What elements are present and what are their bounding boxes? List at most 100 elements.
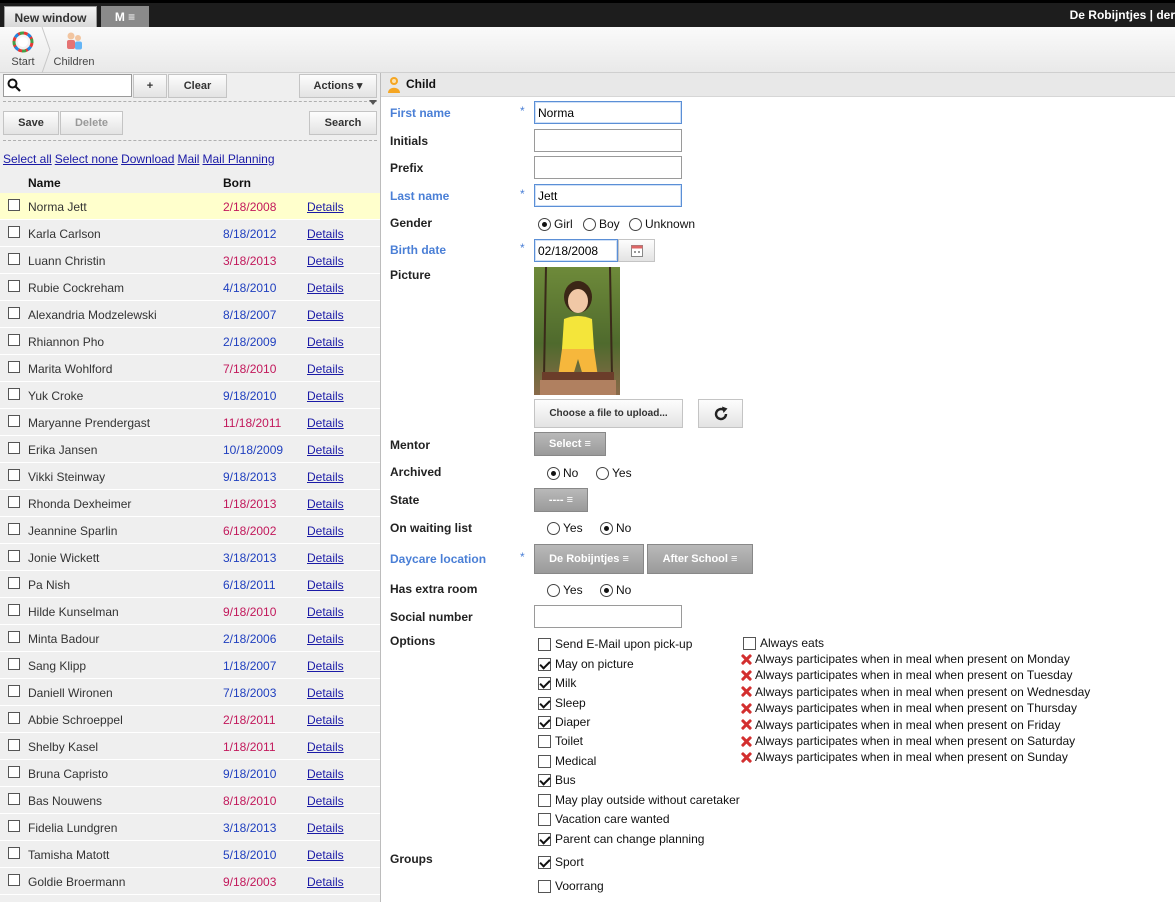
details-link[interactable]: Details — [307, 416, 344, 430]
child-name[interactable]: Rhonda Dexheimer — [28, 497, 131, 511]
details-link[interactable]: Details — [307, 875, 344, 889]
table-row[interactable]: Erika Jansen 10/18/2009 Details — [0, 436, 380, 463]
option-checkbox[interactable]: Parent can change planning — [538, 832, 704, 846]
archived-yes-radio[interactable]: Yes — [596, 466, 632, 480]
tab-new-window[interactable]: New window — [4, 6, 97, 28]
details-link[interactable]: Details — [307, 443, 344, 457]
checkbox[interactable] — [538, 855, 551, 869]
delete-button[interactable]: Delete — [60, 111, 123, 135]
child-name[interactable]: Luann Christin — [28, 254, 105, 268]
details-link[interactable]: Details — [307, 713, 344, 727]
table-row[interactable]: Minta Badour 2/18/2006 Details — [0, 625, 380, 652]
child-name[interactable]: Tamisha Matott — [28, 848, 109, 862]
meal-day-item[interactable]: Always participates when in meal when pr… — [740, 750, 1068, 764]
option-checkbox[interactable]: May play outside without caretaker — [538, 793, 740, 807]
radio-selected[interactable] — [600, 521, 613, 535]
collapse-arrow-icon[interactable] — [369, 100, 377, 105]
table-row[interactable]: Shelby Kasel 1/18/2011 Details — [0, 733, 380, 760]
cross-icon[interactable] — [740, 751, 753, 764]
details-link[interactable]: Details — [307, 740, 344, 754]
row-checkbox[interactable] — [8, 847, 20, 859]
meal-day-item[interactable]: Always participates when in meal when pr… — [740, 701, 1077, 715]
option-checkbox[interactable]: Sleep — [538, 696, 586, 710]
child-name[interactable]: Bruna Capristo — [28, 767, 108, 781]
radio[interactable] — [547, 521, 560, 535]
meal-day-item[interactable]: Always participates when in meal when pr… — [740, 652, 1070, 666]
birth-date-field[interactable] — [534, 239, 618, 262]
radio-selected[interactable] — [547, 466, 560, 480]
table-row[interactable]: Jeannine Sparlin 6/18/2002 Details — [0, 517, 380, 544]
details-link[interactable]: Details — [307, 551, 344, 565]
table-row[interactable]: Norma Jett 2/18/2008 Details — [0, 193, 380, 220]
row-checkbox[interactable] — [8, 739, 20, 751]
checkbox[interactable] — [538, 879, 551, 893]
checkbox[interactable] — [538, 812, 551, 826]
table-row[interactable]: Sang Klipp 1/18/2007 Details — [0, 652, 380, 679]
option-checkbox[interactable]: Toilet — [538, 734, 583, 748]
table-row[interactable]: Vikki Steinway 9/18/2013 Details — [0, 463, 380, 490]
details-link[interactable]: Details — [307, 281, 344, 295]
row-checkbox[interactable] — [8, 793, 20, 805]
table-row[interactable]: Bruna Capristo 9/18/2010 Details — [0, 760, 380, 787]
radio[interactable] — [583, 217, 596, 231]
child-name[interactable]: Rubie Cockreham — [28, 281, 124, 295]
row-checkbox[interactable] — [8, 820, 20, 832]
refresh-button[interactable] — [698, 399, 743, 428]
actions-button[interactable]: Actions ▾ — [299, 74, 377, 98]
child-name[interactable]: Norma Jett — [28, 200, 87, 214]
row-checkbox[interactable] — [8, 523, 20, 535]
daycare-location-chip[interactable]: After School ≡ — [647, 544, 753, 574]
details-link[interactable]: Details — [307, 821, 344, 835]
cross-icon[interactable] — [740, 653, 753, 666]
table-row[interactable]: Tamisha Matott 5/18/2010 Details — [0, 841, 380, 868]
option-checkbox[interactable]: Medical — [538, 754, 596, 768]
checkbox[interactable] — [538, 754, 551, 768]
details-link[interactable]: Details — [307, 686, 344, 700]
checkbox[interactable] — [743, 636, 756, 650]
row-checkbox[interactable] — [8, 253, 20, 265]
child-name[interactable]: Maryanne Prendergast — [28, 416, 150, 430]
details-link[interactable]: Details — [307, 767, 344, 781]
child-name[interactable]: Hilde Kunselman — [28, 605, 119, 619]
details-link[interactable]: Details — [307, 335, 344, 349]
option-checkbox[interactable]: Milk — [538, 676, 576, 690]
option-checkbox[interactable]: Send E-Mail upon pick-up — [538, 637, 692, 651]
extra-room-no-radio[interactable]: No — [600, 583, 631, 597]
row-checkbox[interactable] — [8, 874, 20, 886]
child-name[interactable]: Sang Klipp — [28, 659, 86, 673]
initials-field[interactable] — [534, 129, 682, 152]
child-name[interactable]: Jeannine Sparlin — [28, 524, 117, 538]
radio[interactable] — [596, 466, 609, 480]
child-name[interactable]: Daniell Wironen — [28, 686, 113, 700]
checkbox[interactable] — [538, 734, 551, 748]
meal-day-item[interactable]: Always participates when in meal when pr… — [740, 685, 1090, 699]
upload-file-button[interactable]: Choose a file to upload... — [534, 399, 683, 428]
checkbox[interactable] — [538, 676, 551, 690]
child-name[interactable]: Goldie Broermann — [28, 875, 125, 889]
calendar-button[interactable] — [618, 239, 655, 262]
row-checkbox[interactable] — [8, 577, 20, 589]
table-row[interactable]: Maryanne Prendergast 11/18/2011 Details — [0, 409, 380, 436]
details-link[interactable]: Details — [307, 524, 344, 538]
group-checkbox[interactable]: Sport — [538, 855, 584, 869]
details-link[interactable]: Details — [307, 200, 344, 214]
daycare-location-chip[interactable]: De Robijntjes ≡ — [534, 544, 644, 574]
table-row[interactable]: Fidelia Lundgren 3/18/2013 Details — [0, 814, 380, 841]
radio[interactable] — [629, 217, 642, 231]
row-checkbox[interactable] — [8, 280, 20, 292]
always-eats-checkbox[interactable]: Always eats — [743, 636, 824, 650]
meal-day-item[interactable]: Always participates when in meal when pr… — [740, 668, 1073, 682]
table-row[interactable]: Luann Christin 3/18/2013 Details — [0, 247, 380, 274]
details-link[interactable]: Details — [307, 254, 344, 268]
checkbox[interactable] — [538, 793, 551, 807]
row-checkbox[interactable] — [8, 766, 20, 778]
row-checkbox[interactable] — [8, 685, 20, 697]
row-checkbox[interactable] — [8, 361, 20, 373]
column-header-name[interactable]: Name — [28, 176, 61, 190]
search-input[interactable] — [24, 77, 128, 94]
row-checkbox[interactable] — [8, 604, 20, 616]
option-checkbox[interactable]: Diaper — [538, 715, 590, 729]
option-checkbox[interactable]: Vacation care wanted — [538, 812, 670, 826]
meal-day-item[interactable]: Always participates when in meal when pr… — [740, 718, 1060, 732]
row-checkbox[interactable] — [8, 388, 20, 400]
